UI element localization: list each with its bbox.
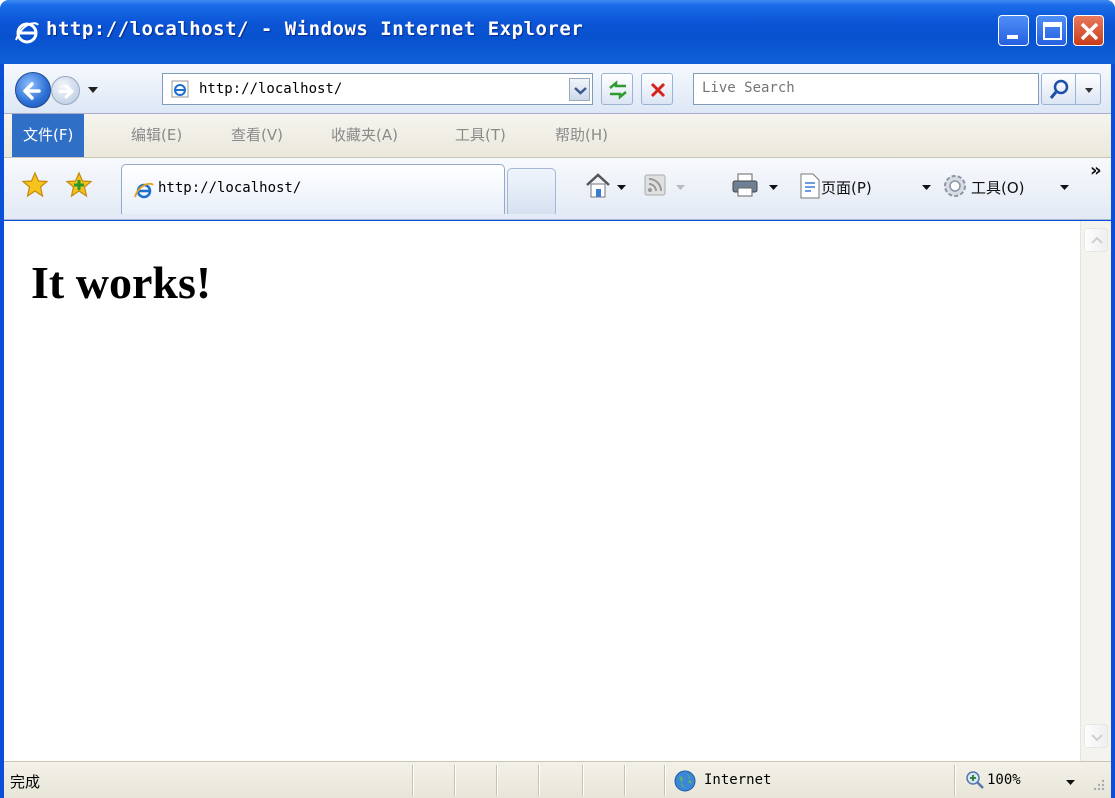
chevron-down-icon — [574, 87, 587, 95]
home-icon[interactable] — [584, 171, 612, 201]
menu-view[interactable]: 查看(V) — [220, 114, 294, 157]
window-border-right — [1111, 64, 1115, 798]
chevron-up-icon — [1091, 236, 1103, 244]
status-divider — [624, 765, 626, 796]
ie-icon — [15, 22, 39, 44]
status-bar: 完成 Internet 100% — [4, 761, 1111, 798]
chevron-down-icon — [1085, 88, 1093, 93]
gear-icon[interactable] — [942, 173, 968, 203]
page-icon[interactable] — [799, 173, 821, 203]
maximize-icon — [1043, 22, 1062, 40]
status-divider — [496, 765, 498, 796]
refresh-icon — [609, 80, 627, 100]
menu-file[interactable]: 文件(F) — [12, 114, 85, 157]
page-content: It works! — [4, 221, 1080, 761]
minimize-icon — [1007, 35, 1018, 39]
status-divider — [454, 765, 456, 796]
command-bar: http://localhost/ 页面(P) 工具(O) » — [4, 158, 1111, 220]
search-button[interactable] — [1041, 73, 1076, 105]
title-bar[interactable]: http://localhost/ - Windows Internet Exp… — [0, 0, 1115, 64]
recent-pages-dropdown[interactable] — [87, 86, 99, 94]
status-divider — [664, 765, 666, 796]
favorites-star-icon[interactable] — [20, 170, 50, 200]
forward-arrow-icon — [58, 84, 74, 99]
security-zone[interactable]: Internet — [704, 772, 771, 788]
add-favorites-icon[interactable] — [64, 170, 94, 200]
zoom-dropdown-icon[interactable] — [1066, 780, 1075, 786]
browser-window: http://localhost/ - Windows Internet Exp… — [0, 0, 1115, 798]
vertical-scrollbar[interactable] — [1080, 221, 1111, 761]
feeds-icon[interactable] — [644, 174, 666, 204]
menu-edit[interactable]: 编辑(E) — [120, 114, 193, 157]
page-ie-icon — [171, 80, 189, 98]
tab-localhost[interactable]: http://localhost/ — [121, 164, 505, 214]
resize-grip-icon[interactable] — [1092, 778, 1106, 792]
globe-icon — [674, 770, 696, 792]
page-heading: It works! — [31, 257, 212, 308]
refresh-button[interactable] — [601, 73, 633, 105]
search-input[interactable] — [702, 80, 1022, 96]
minimize-button[interactable] — [998, 15, 1029, 46]
menu-bar: 文件(F) 编辑(E) 查看(V) 收藏夹(A) 工具(T) 帮助(H) — [4, 114, 1111, 158]
page-dropdown-icon[interactable] — [922, 185, 931, 191]
status-text: 完成 — [10, 773, 41, 791]
scroll-down-button[interactable] — [1084, 724, 1108, 748]
new-tab-button[interactable] — [507, 168, 556, 214]
tools-menu-label[interactable]: 工具(O) — [971, 177, 1025, 198]
maximize-button[interactable] — [1036, 15, 1067, 46]
status-divider — [954, 765, 956, 796]
search-icon — [1049, 79, 1069, 99]
search-box[interactable] — [693, 73, 1039, 105]
tab-title: http://localhost/ — [158, 180, 302, 196]
status-divider — [538, 765, 540, 796]
status-divider — [412, 765, 414, 796]
print-dropdown-icon[interactable] — [769, 185, 778, 191]
status-divider — [582, 765, 584, 796]
chevron-down-icon — [1091, 734, 1103, 742]
back-button[interactable] — [15, 72, 51, 108]
zoom-icon[interactable] — [965, 770, 985, 790]
close-button[interactable] — [1073, 15, 1104, 46]
stop-icon — [650, 82, 666, 98]
address-toolbar: http://localhost/ — [4, 64, 1111, 114]
scroll-up-button[interactable] — [1084, 228, 1108, 252]
overflow-chevron[interactable]: » — [1090, 160, 1102, 181]
ie-icon — [134, 182, 154, 199]
zoom-level[interactable]: 100% — [987, 772, 1021, 788]
close-icon — [1080, 22, 1099, 41]
address-dropdown-button[interactable] — [569, 78, 590, 101]
address-field[interactable]: http://localhost/ — [162, 73, 593, 105]
forward-button[interactable] — [51, 76, 80, 105]
address-url[interactable]: http://localhost/ — [199, 81, 342, 97]
menu-tools[interactable]: 工具(T) — [444, 114, 517, 157]
back-arrow-icon — [23, 82, 41, 100]
menu-favorites[interactable]: 收藏夹(A) — [320, 114, 409, 157]
stop-button[interactable] — [641, 73, 673, 105]
tools-dropdown-icon[interactable] — [1060, 185, 1069, 191]
menu-help[interactable]: 帮助(H) — [544, 114, 619, 157]
home-dropdown-icon[interactable] — [617, 185, 626, 191]
print-icon[interactable] — [731, 172, 759, 202]
feeds-dropdown-icon[interactable] — [676, 185, 685, 191]
page-menu-label[interactable]: 页面(P) — [821, 177, 872, 198]
window-title: http://localhost/ - Windows Internet Exp… — [46, 18, 584, 40]
search-options-dropdown[interactable] — [1075, 73, 1101, 105]
